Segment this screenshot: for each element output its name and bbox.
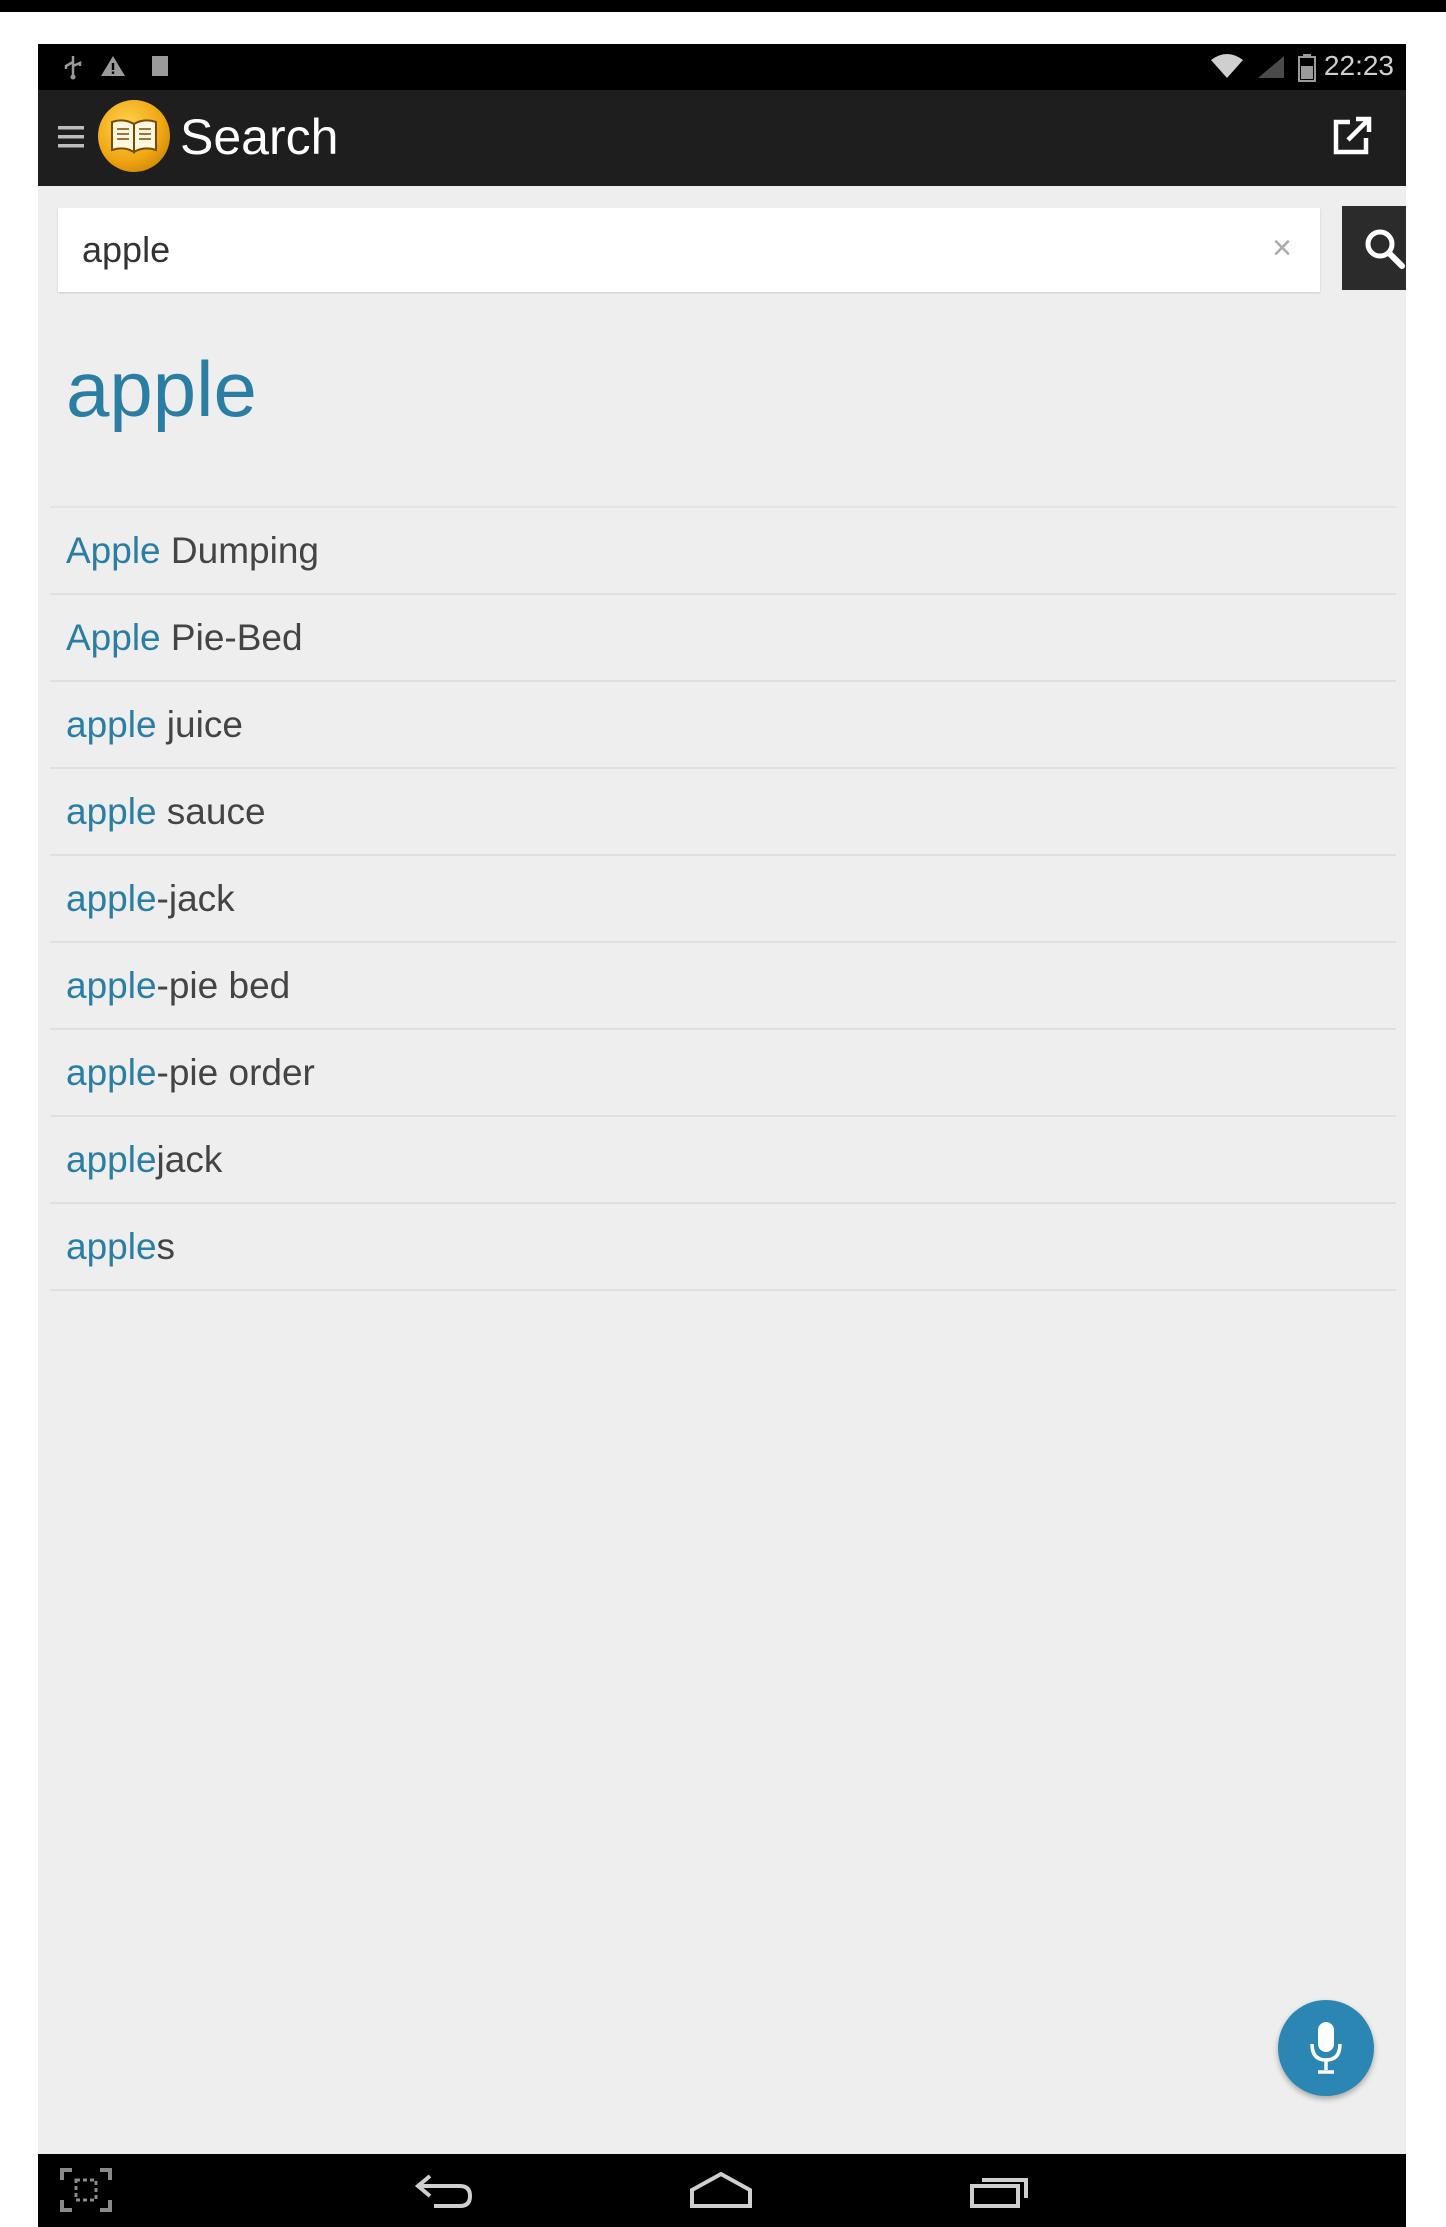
result-match: Apple — [66, 616, 161, 658]
search-box: × — [58, 208, 1320, 292]
result-rest: Dumping — [160, 529, 319, 571]
voice-search-button[interactable] — [1278, 2000, 1374, 2096]
status-time: 22:23 — [1323, 50, 1394, 81]
action-bar: Search — [38, 90, 1406, 186]
result-rest: jack — [156, 1138, 223, 1180]
search-input[interactable] — [58, 208, 1238, 292]
microphone-icon — [1310, 2022, 1342, 2074]
back-icon[interactable] — [414, 2168, 474, 2217]
menu-icon[interactable] — [58, 124, 84, 155]
usb-icon — [62, 54, 84, 85]
status-bar: 22:23 — [38, 44, 1406, 90]
result-rest: -jack — [156, 877, 235, 919]
result-match: apple — [66, 964, 157, 1006]
top-border — [0, 0, 1446, 12]
result-rest: Pie-Bed — [160, 616, 303, 658]
result-item[interactable]: apple -pie bed — [50, 943, 1396, 1030]
battery-icon — [1298, 54, 1316, 87]
recent-apps-icon[interactable] — [968, 2168, 1030, 2217]
result-match: apple — [66, 1138, 157, 1180]
result-rest: -pie order — [156, 1051, 315, 1093]
result-match: apple — [66, 877, 157, 919]
result-rest: juice — [156, 703, 243, 745]
result-match: apple — [66, 1051, 157, 1093]
share-icon[interactable] — [1330, 114, 1374, 163]
wifi-icon — [1210, 54, 1244, 85]
results-list: Apple Dumping Apple Pie-Bed apple juice … — [50, 508, 1396, 1291]
result-item[interactable]: apple -jack — [50, 856, 1396, 943]
signal-icon — [1256, 54, 1286, 85]
result-rest: sauce — [156, 790, 266, 832]
result-match: apple — [66, 703, 157, 745]
result-item[interactable]: apple juice — [50, 682, 1396, 769]
search-icon — [1365, 229, 1405, 269]
search-button[interactable] — [1342, 206, 1406, 290]
app-title: Search — [180, 109, 339, 165]
result-item[interactable]: apple sauce — [50, 769, 1396, 856]
result-item[interactable]: apple s — [50, 1204, 1396, 1291]
result-rest: -pie bed — [156, 964, 291, 1006]
content-area: × apple Apple Dumping Apple Pie-Bed appl… — [38, 186, 1406, 2154]
clear-icon[interactable]: × — [1262, 228, 1302, 268]
result-heading: apple — [66, 345, 257, 433]
result-item[interactable]: Apple Pie-Bed — [50, 595, 1396, 682]
result-rest: s — [156, 1225, 176, 1267]
device-screen: 22:23 Search × apple Apple Dumping Apple… — [38, 44, 1406, 2227]
result-match: apple — [66, 790, 157, 832]
dictionary-logo[interactable] — [98, 100, 170, 172]
screenshot-icon[interactable] — [60, 2168, 112, 2217]
home-icon[interactable] — [688, 2168, 754, 2217]
result-item[interactable]: Apple Dumping — [50, 508, 1396, 595]
result-item[interactable]: apple -pie order — [50, 1030, 1396, 1117]
navigation-bar — [38, 2154, 1406, 2227]
image-icon — [150, 54, 170, 83]
result-match: apple — [66, 1225, 157, 1267]
result-match: Apple — [66, 529, 161, 571]
result-item[interactable]: apple jack — [50, 1117, 1396, 1204]
warning-icon — [100, 54, 126, 83]
